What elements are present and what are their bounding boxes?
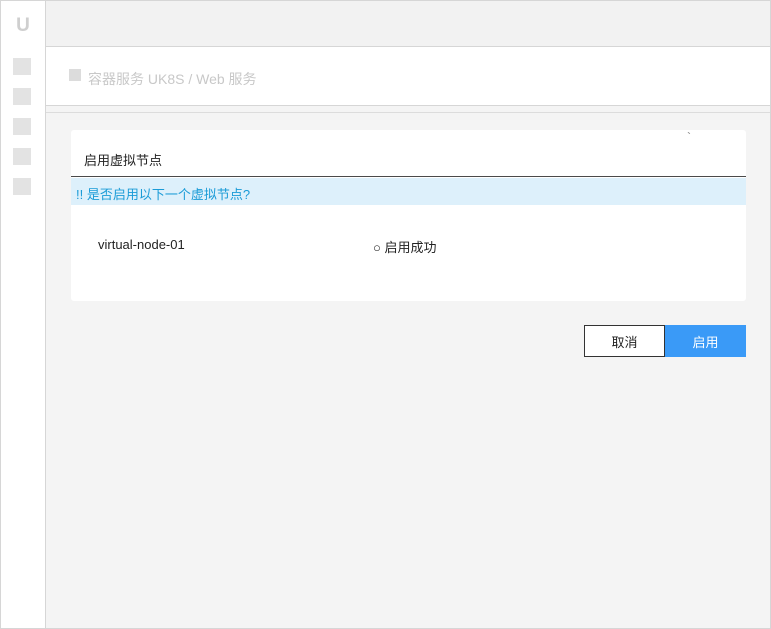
logo: U [16,15,30,36]
node-status: ○ 启用成功 [373,240,437,255]
corner-mark: ` [687,130,691,144]
sidebar-item-4-icon[interactable] [13,148,31,165]
breadcrumb-bar: 容器服务 UK8S / Web 服务 [46,47,770,106]
sidebar-item-5-icon[interactable] [13,178,31,195]
sidebar-item-3-icon[interactable] [13,118,31,135]
info-banner: !! 是否启用以下一个虚拟节点? [71,178,746,205]
cancel-button[interactable]: 取消 [584,325,665,357]
breadcrumb-square-icon [69,69,81,81]
breadcrumb[interactable]: 容器服务 UK8S / Web 服务 [88,69,257,89]
sidebar-item-2-icon[interactable] [13,88,31,105]
enable-button[interactable]: 启用 [665,325,746,357]
top-header-bar [46,1,770,47]
divider [46,112,770,113]
node-name: virtual-node-01 [98,237,185,252]
sidebar-item-1-icon[interactable] [13,58,31,75]
app-frame: U 容器服务 UK8S / Web 服务 ` 启用虚拟节点 !! 是否启用以下一… [0,0,771,629]
dialog-card: ` 启用虚拟节点 !! 是否启用以下一个虚拟节点? virtual-node-0… [71,130,746,301]
sidebar: U [1,1,46,628]
dialog-title: 启用虚拟节点 [84,153,163,168]
title-divider [71,176,746,177]
info-banner-text: !! 是否启用以下一个虚拟节点? [76,187,251,202]
